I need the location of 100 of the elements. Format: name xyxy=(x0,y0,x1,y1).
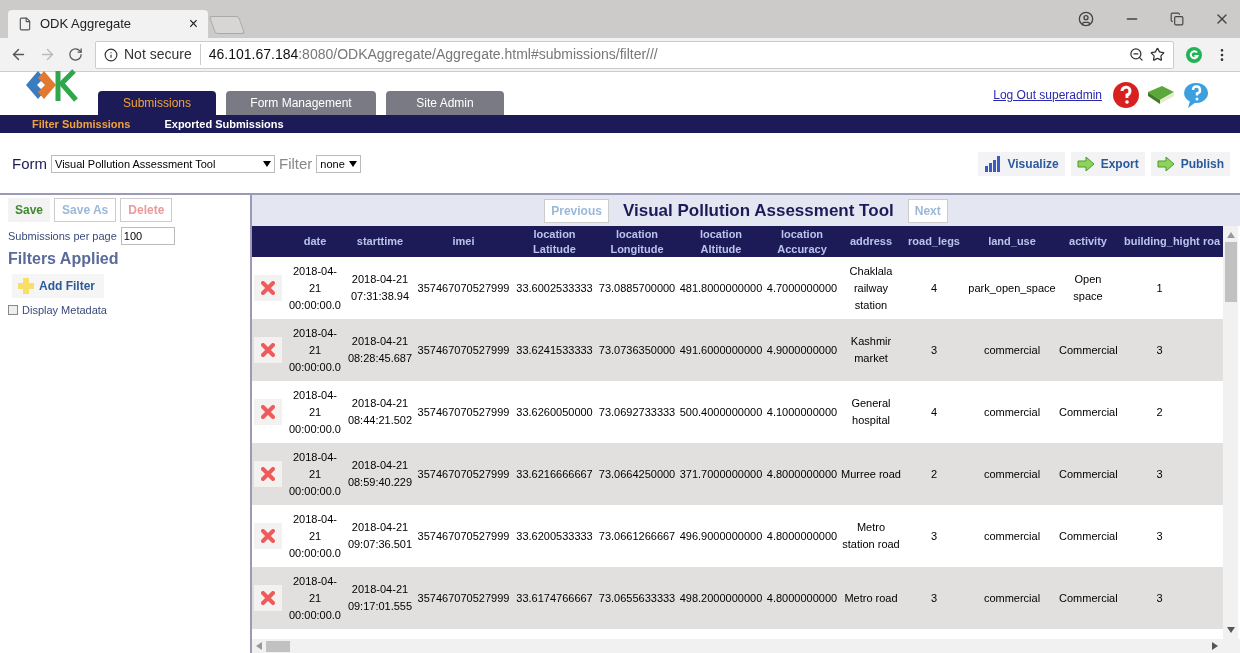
dropdown-caret-icon xyxy=(263,161,271,167)
scroll-down-icon[interactable] xyxy=(1226,625,1235,635)
column-header[interactable]: address xyxy=(840,234,902,249)
metadata-label: Display Metadata xyxy=(22,303,107,318)
table-cell-text: 3 xyxy=(1156,342,1163,358)
book-icon[interactable] xyxy=(1146,84,1176,106)
profile-icon[interactable] xyxy=(1078,11,1094,27)
column-header[interactable]: road_legs xyxy=(902,234,966,249)
table-cell-text: 73.0661266667 xyxy=(598,528,676,544)
table-cell-text: 2018-04-21 09:07:36.501 xyxy=(346,520,414,552)
scroll-right-icon[interactable] xyxy=(1212,642,1218,650)
table-cell-text: 4.1000000000 xyxy=(766,404,838,420)
table-cell-text: Kashmir market xyxy=(849,334,893,366)
table-cell-text: 4 xyxy=(930,404,938,420)
help-bubble-icon[interactable] xyxy=(1182,81,1210,109)
table-cell-text: Metro road xyxy=(844,590,898,606)
table-cell-text: 2018-04-21 00:00:00.0 xyxy=(288,325,342,375)
column-header[interactable]: location Longitude xyxy=(596,226,678,257)
browser-tab[interactable]: ODK Aggregate × xyxy=(8,10,208,38)
delete-row-button[interactable] xyxy=(254,585,282,611)
table-cell-text: 491.6000000000 xyxy=(679,342,763,358)
nav-tab[interactable]: Form Management xyxy=(226,91,376,115)
table-cell-text: 73.0655633333 xyxy=(598,590,676,606)
extension-icon[interactable] xyxy=(1186,46,1202,63)
table-title: Visual Pollution Assessment Tool xyxy=(622,199,894,222)
forward-icon[interactable] xyxy=(39,46,56,63)
filter-label: Filter xyxy=(279,153,313,174)
table-cell-text: commercial xyxy=(983,342,1041,358)
delete-row-button[interactable] xyxy=(254,275,282,301)
table-cell-text: 357467070527999 xyxy=(417,342,510,358)
table-cell-text: Commercial xyxy=(1059,590,1117,606)
sub-nav-tab[interactable]: Exported Submissions xyxy=(164,115,284,133)
nav-tab[interactable]: Submissions xyxy=(98,91,216,115)
column-header[interactable]: roa xyxy=(1201,234,1223,249)
bookmark-star-icon[interactable] xyxy=(1150,47,1165,62)
table-cell-text: 3 xyxy=(1156,528,1163,544)
sub-nav-tab[interactable]: Filter Submissions xyxy=(32,115,131,133)
nav-tab[interactable]: Site Admin xyxy=(386,91,504,115)
column-header[interactable]: starttime xyxy=(346,234,414,249)
per-page-field[interactable]: 100 xyxy=(120,227,175,245)
column-header[interactable]: activity xyxy=(1058,234,1118,249)
new-tab-button[interactable] xyxy=(208,16,246,34)
column-header[interactable]: location Altitude xyxy=(678,226,764,257)
filter-select[interactable]: none xyxy=(316,155,361,173)
column-header[interactable]: date xyxy=(284,234,346,249)
toolbar-button[interactable]: Publish xyxy=(1150,152,1230,176)
table-cell-text: commercial xyxy=(983,528,1041,544)
table-cell-text: 33.6200533333 xyxy=(516,528,593,544)
delete-row-button[interactable] xyxy=(254,337,282,363)
table-cell-text: 2018-04-21 08:59:40.229 xyxy=(346,458,414,490)
table-cell-text: 496.9000000000 xyxy=(679,528,763,544)
table-cell-text: Metro station road xyxy=(841,520,901,552)
restore-icon[interactable] xyxy=(1170,12,1184,26)
address-bar[interactable]: Not secure 46.101.67.184:8080/ODKAggregate/Aggregate.html#submissions/filter/// xyxy=(95,40,1174,69)
help-icon[interactable] xyxy=(1112,81,1140,109)
delete-row-button[interactable] xyxy=(254,523,282,549)
vertical-scrollbar[interactable] xyxy=(1223,226,1238,639)
column-header[interactable]: building_hight xyxy=(1118,234,1201,249)
table-cell-text: 357467070527999 xyxy=(417,280,510,296)
delete-icon xyxy=(261,467,275,481)
column-header[interactable]: location Accuracy xyxy=(764,226,840,257)
table-cell-text: General hospital xyxy=(850,396,892,428)
table-cell-text: 2 xyxy=(1156,404,1163,420)
table-cell-text: 73.0664250000 xyxy=(598,466,676,482)
filter-action-button[interactable]: Save xyxy=(8,198,51,222)
delete-row-button[interactable] xyxy=(254,461,282,487)
filters-heading: Filters Applied xyxy=(8,249,120,269)
delete-icon xyxy=(261,281,275,295)
back-icon[interactable] xyxy=(10,46,27,63)
table-cell-text: 498.2000000000 xyxy=(679,590,763,606)
horizontal-scrollbar[interactable] xyxy=(252,639,1240,653)
toolbar-button[interactable]: Visualize xyxy=(977,152,1065,176)
scroll-left-icon[interactable] xyxy=(256,642,262,650)
metadata-checkbox[interactable] xyxy=(8,305,18,316)
zoom-icon[interactable] xyxy=(1129,47,1144,62)
tab-title: ODK Aggregate xyxy=(40,15,133,34)
column-header[interactable]: land_use xyxy=(966,234,1058,249)
table-cell-text: 4.9000000000 xyxy=(766,342,838,358)
table-cell-text: 357467070527999 xyxy=(417,404,510,420)
table-cell-text: 3 xyxy=(930,528,938,544)
table-cell-text: Murree road xyxy=(841,466,901,482)
table-cell-text: 2018-04-21 08:28:45.687 xyxy=(346,334,414,366)
add-filter-button[interactable]: Add Filter xyxy=(12,274,104,298)
table-cell-text: 2018-04-21 00:00:00.0 xyxy=(288,511,342,561)
table-cell-text: 73.0885700000 xyxy=(598,280,676,296)
delete-icon xyxy=(261,591,275,605)
reload-icon[interactable] xyxy=(68,47,83,62)
scrollbar-thumb[interactable] xyxy=(1224,242,1237,302)
delete-row-button[interactable] xyxy=(254,399,282,425)
table-cell-text: 2018-04-21 00:00:00.0 xyxy=(288,449,342,499)
column-header[interactable]: imei xyxy=(414,234,513,249)
logout-link[interactable]: Log Out superadmin xyxy=(993,86,1102,104)
tab-close-button[interactable]: × xyxy=(188,12,198,36)
table-cell-text: 371.7000000000 xyxy=(679,466,763,482)
scrollbar-thumb[interactable] xyxy=(266,640,290,652)
column-header[interactable]: location Latitude xyxy=(513,226,596,257)
scroll-up-icon[interactable] xyxy=(1226,230,1235,240)
form-select[interactable]: Visual Pollution Assessment Tool xyxy=(51,155,275,173)
table-cell-text: 357467070527999 xyxy=(417,590,510,606)
toolbar-button[interactable]: Export xyxy=(1070,152,1145,176)
